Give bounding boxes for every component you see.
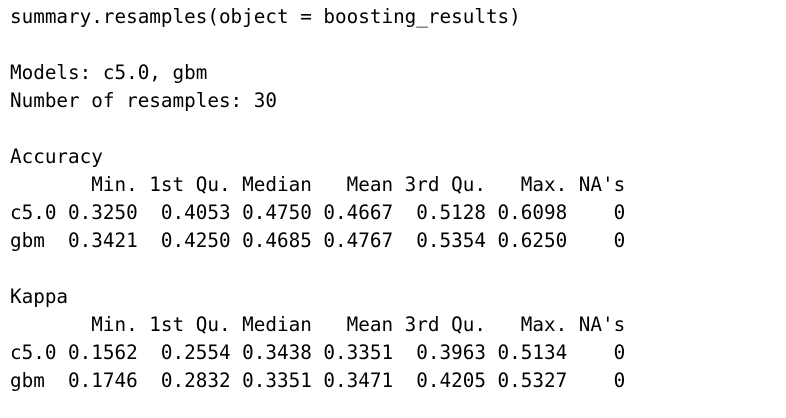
console-output: summary.resamples(object = boosting_resu… [10,3,780,413]
accuracy-row-c50: c5.0 0.3250 0.4053 0.4750 0.4667 0.5128 … [10,201,626,224]
accuracy-title: Accuracy [10,145,103,168]
accuracy-row-gbm: gbm 0.3421 0.4250 0.4685 0.4767 0.5354 0… [10,229,626,252]
kappa-row-gbm: gbm 0.1746 0.2832 0.3351 0.3471 0.4205 0… [10,369,626,392]
kappa-header: Min. 1st Qu. Median Mean 3rd Qu. Max. NA… [10,313,626,336]
accuracy-header: Min. 1st Qu. Median Mean 3rd Qu. Max. NA… [10,173,626,196]
models-line: Models: c5.0, gbm [10,61,208,84]
resamples-line: Number of resamples: 30 [10,89,277,112]
kappa-title: Kappa [10,285,69,308]
kappa-row-c50: c5.0 0.1562 0.2554 0.3438 0.3351 0.3963 … [10,341,626,364]
command-line: summary.resamples(object = boosting_resu… [10,5,521,28]
